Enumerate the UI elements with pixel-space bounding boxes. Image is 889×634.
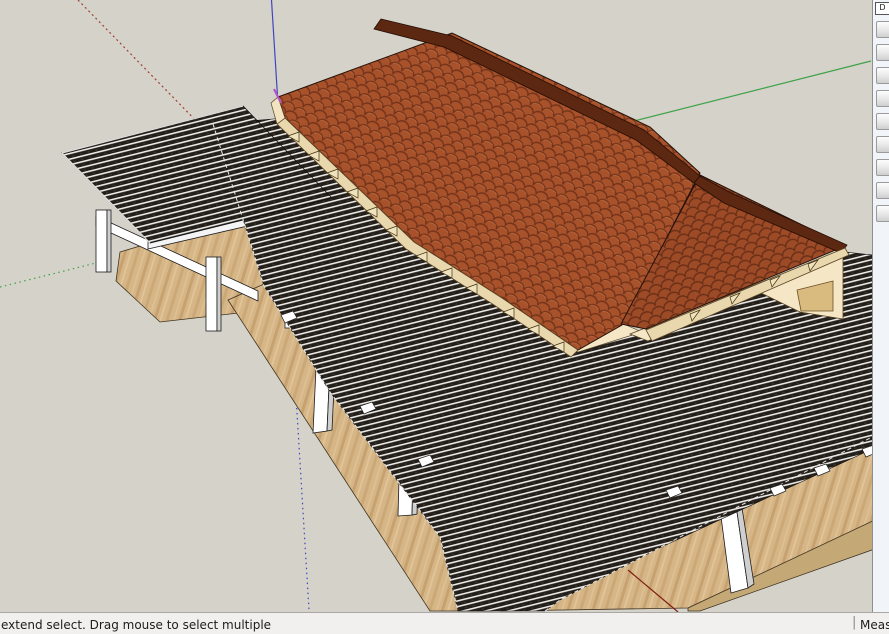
support-post[interactable] [205,256,218,332]
status-separator: | [852,615,857,630]
right-tray-panel: D [872,0,889,612]
tray-button[interactable] [876,21,889,38]
support-post-side[interactable] [216,256,222,332]
measurements-label: Meas [860,618,889,632]
tray-button[interactable] [876,182,889,199]
support-post-side[interactable] [106,209,112,273]
tray-button[interactable] [876,113,889,130]
status-bar: extend select. Drag mouse to select mult… [0,612,889,634]
tray-button[interactable] [876,44,889,61]
tray-button[interactable] [876,67,889,84]
support-post[interactable] [95,209,108,273]
3d-viewport[interactable] [0,0,872,612]
tray-button[interactable] [876,90,889,107]
tray-button[interactable] [876,136,889,153]
sketchup-window: D extend select. Drag mouse to select mu… [0,0,889,634]
status-message: extend select. Drag mouse to select mult… [1,618,272,632]
tray-button[interactable] [876,159,889,176]
tray-button[interactable] [876,205,889,222]
tray-header: D [875,2,889,15]
